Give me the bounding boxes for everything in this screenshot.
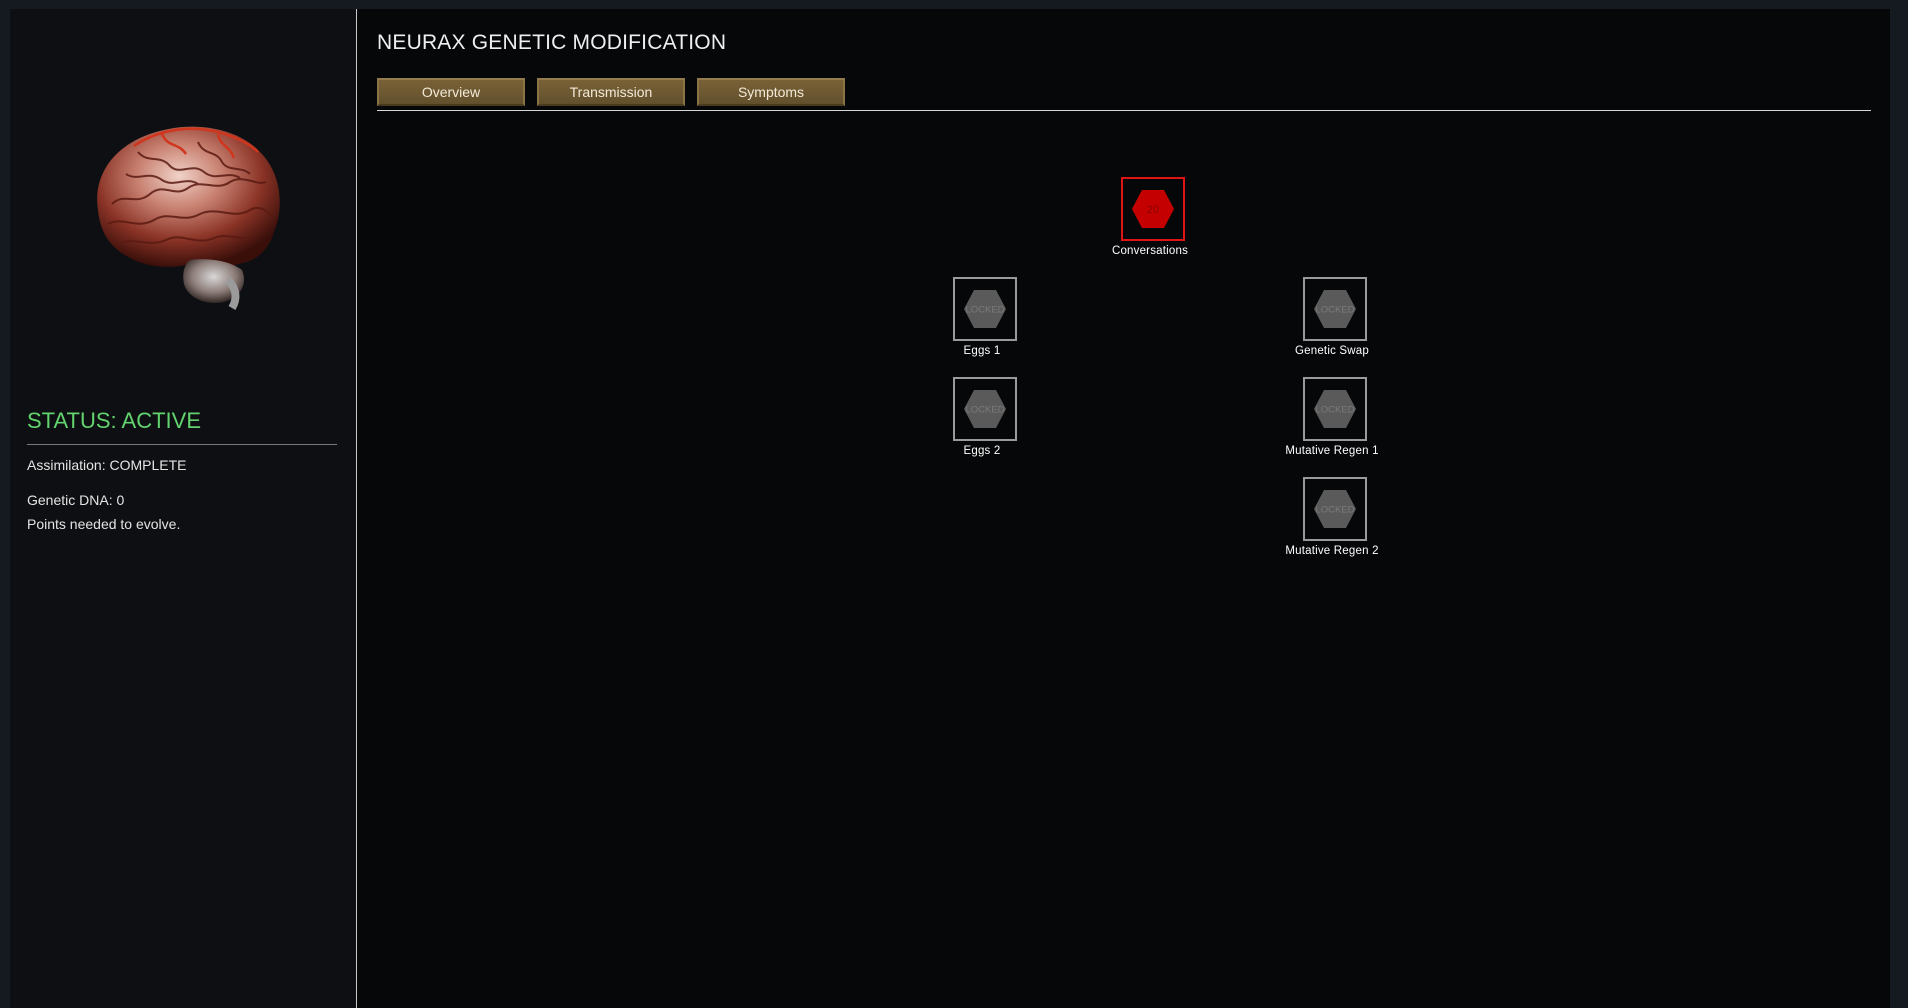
node-eggs-1-button[interactable]: LOCKED <box>953 277 1017 341</box>
node-label: Conversations <box>1111 245 1189 257</box>
sidebar: STATUS: ACTIVE Assimilation: COMPLETE Ge… <box>10 9 357 1008</box>
assimilation-text: Assimilation: COMPLETE <box>27 457 187 473</box>
genetic-dna-text: Genetic DNA: 0 <box>27 492 125 508</box>
locked-badge: LOCKED <box>1315 505 1354 516</box>
status-divider <box>27 444 337 445</box>
node-genetic-swap-button[interactable]: LOCKED <box>1303 277 1367 341</box>
grey-hexagon-icon: LOCKED <box>1314 490 1356 528</box>
node-label: Eggs 1 <box>963 345 1001 357</box>
node-mutative-regen-1-button[interactable]: LOCKED <box>1303 377 1367 441</box>
node-eggs-2-button[interactable]: LOCKED <box>953 377 1017 441</box>
node-mutative-regen-1: LOCKED Mutative Regen 1 <box>1257 377 1407 477</box>
node-eggs-2: LOCKED Eggs 2 <box>907 377 1057 477</box>
node-badge: 20 <box>1147 204 1159 216</box>
node-mutative-regen-2-button[interactable]: LOCKED <box>1303 477 1367 541</box>
grey-hexagon-icon: LOCKED <box>1314 390 1356 428</box>
node-eggs-1: LOCKED Eggs 1 <box>907 277 1057 377</box>
status-text: STATUS: ACTIVE <box>27 408 201 433</box>
node-mutative-regen-2: LOCKED Mutative Regen 2 <box>1257 477 1407 577</box>
main-panel: NEURAX GENETIC MODIFICATION Overview Tra… <box>357 9 1890 1008</box>
game-window: STATUS: ACTIVE Assimilation: COMPLETE Ge… <box>10 9 1890 1008</box>
points-note-text: Points needed to evolve. <box>27 516 181 532</box>
node-genetic-swap: LOCKED Genetic Swap <box>1257 277 1407 377</box>
grey-hexagon-icon: LOCKED <box>1314 290 1356 328</box>
locked-badge: LOCKED <box>1315 305 1354 316</box>
tab-symptoms[interactable]: Symptoms <box>697 78 845 106</box>
tab-transmission[interactable]: Transmission <box>537 78 685 106</box>
tab-divider <box>377 110 1871 111</box>
node-label: Eggs 2 <box>963 445 1001 457</box>
locked-badge: LOCKED <box>965 405 1004 416</box>
tab-overview[interactable]: Overview <box>377 78 525 106</box>
locked-badge: LOCKED <box>965 305 1004 316</box>
grey-hexagon-icon: LOCKED <box>964 290 1006 328</box>
node-label: Genetic Swap <box>1295 345 1369 357</box>
grey-hexagon-icon: LOCKED <box>964 390 1006 428</box>
node-label: Mutative Regen 2 <box>1285 545 1379 557</box>
node-conversations-button[interactable]: 20 <box>1121 177 1185 241</box>
red-hexagon-icon: 20 <box>1132 190 1174 228</box>
node-label: Mutative Regen 1 <box>1285 445 1379 457</box>
locked-badge: LOCKED <box>1315 405 1354 416</box>
brain-image <box>97 126 280 311</box>
page-title: NEURAX GENETIC MODIFICATION <box>377 31 727 54</box>
node-conversations: 20 Conversations <box>1075 177 1225 277</box>
